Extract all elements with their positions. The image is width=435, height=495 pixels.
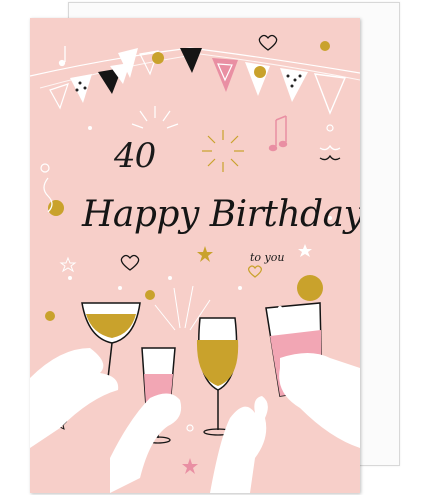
card-illustration (30, 34, 360, 493)
greeting-title: Happy Birthday (82, 194, 360, 235)
age-number: 40 (114, 136, 156, 176)
birthday-card: 40 Happy Birthday to you (30, 18, 360, 493)
sparkle-burst (202, 130, 244, 172)
music-note-icon (268, 115, 288, 152)
greeting-subtitle: to you (250, 251, 285, 264)
toasting-hands (30, 348, 360, 493)
bunting-flags (49, 48, 347, 115)
